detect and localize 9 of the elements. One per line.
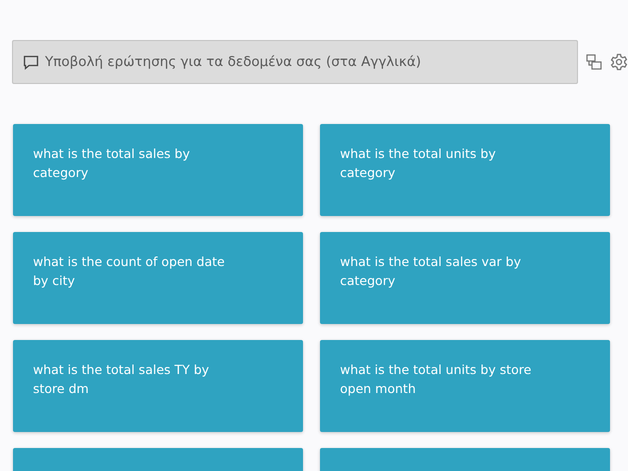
suggested-question-tile[interactable]: what is the total sales by category [13,124,303,216]
suggested-question-tile[interactable]: what is the total units by category [320,124,610,216]
question-field[interactable]: Υποβολή ερώτησης για τα δεδομένα σας (στα Αγγλικά) [12,40,578,84]
suggested-question-tile[interactable]: what is the total units by store open month [320,340,610,432]
suggested-question-tile[interactable]: what is the total sales var by category [320,232,610,324]
suggested-question-tile[interactable]: what is the total sales TY by store dm [13,340,303,432]
window-layout-icon[interactable] [586,54,602,70]
settings-icon[interactable] [610,53,628,71]
suggested-question-tile[interactable]: what is the count of open date by city [13,232,303,324]
